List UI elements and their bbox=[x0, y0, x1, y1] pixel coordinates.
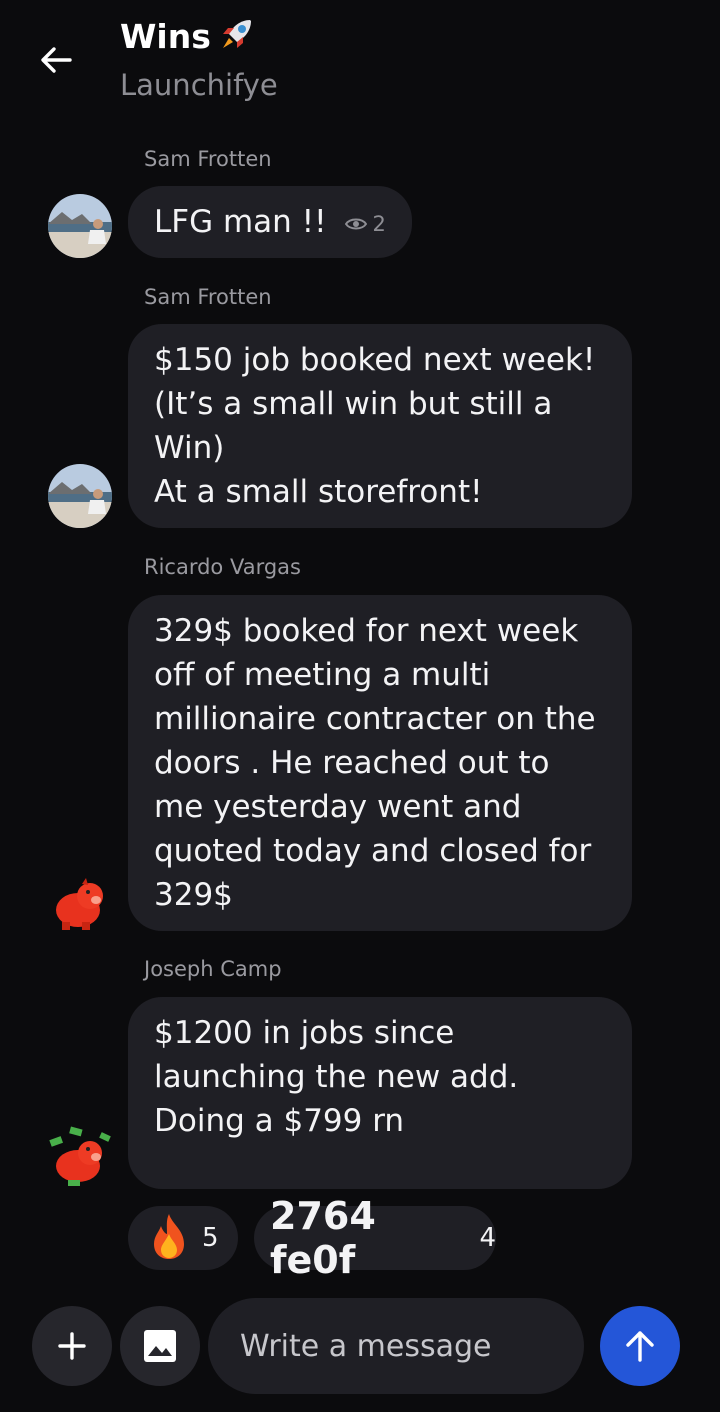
image-icon bbox=[144, 1330, 176, 1362]
arrow-up-icon bbox=[626, 1331, 654, 1362]
seen-count: 2 bbox=[372, 211, 386, 236]
message-line: doors . He reached out to bbox=[154, 745, 550, 781]
message-sender: Joseph Camp bbox=[144, 957, 282, 981]
message-line: launching the new add. bbox=[154, 1059, 519, 1095]
reaction-count: 5 bbox=[202, 1223, 219, 1253]
message-line: millionaire contracter on the bbox=[154, 701, 596, 737]
seen-indicator: 2 bbox=[344, 202, 386, 246]
reaction-label: 2764 fe0f bbox=[270, 1194, 376, 1282]
message-line: (It’s a small win but still a bbox=[154, 386, 553, 422]
chat-title-text: Wins bbox=[120, 17, 211, 56]
message-sender: Sam Frotten bbox=[144, 285, 272, 309]
message-sender: Ricardo Vargas bbox=[144, 555, 301, 579]
message-text: LFG man !! bbox=[154, 204, 327, 240]
message-line: Win) bbox=[154, 430, 225, 466]
reaction-count: 4 bbox=[479, 1223, 496, 1253]
send-button[interactable] bbox=[600, 1306, 680, 1386]
fire-icon bbox=[148, 1212, 190, 1264]
eye-icon bbox=[344, 218, 367, 229]
message-bubble[interactable]: LFG man !! 2 bbox=[128, 186, 412, 258]
message-line: 329$ booked for next week bbox=[154, 613, 579, 649]
message-bubble[interactable]: 329$ booked for next week off of meeting… bbox=[128, 595, 632, 931]
message-input[interactable]: Write a message bbox=[208, 1298, 584, 1394]
add-button[interactable] bbox=[32, 1306, 112, 1386]
chat-title: Wins bbox=[120, 14, 257, 56]
message-composer: Write a message bbox=[0, 1296, 720, 1396]
beach-photo-avatar[interactable] bbox=[48, 194, 112, 258]
image-button[interactable] bbox=[120, 1306, 200, 1386]
message-line: $150 job booked next week! bbox=[154, 342, 596, 378]
message-line: quoted today and closed for bbox=[154, 833, 592, 869]
reaction-fire[interactable]: 5 bbox=[128, 1206, 238, 1270]
beach-photo-avatar[interactable] bbox=[48, 464, 112, 528]
chat-header: Wins Launchifye bbox=[0, 0, 720, 120]
red-pig-money-avatar[interactable] bbox=[48, 1126, 112, 1190]
message-line: off of meeting a multi bbox=[154, 657, 491, 693]
plus-icon bbox=[58, 1332, 86, 1360]
back-arrow-icon[interactable] bbox=[36, 40, 76, 80]
message-line: 329$ bbox=[154, 877, 233, 913]
rocket-icon bbox=[217, 14, 257, 54]
reaction-heart[interactable]: 2764 fe0f 4 bbox=[254, 1194, 496, 1282]
red-pig-avatar[interactable] bbox=[48, 872, 112, 936]
message-line: Doing a $799 rn bbox=[154, 1103, 405, 1139]
message-line: $1200 in jobs since bbox=[154, 1015, 455, 1051]
message-bubble[interactable]: $1200 in jobs since launching the new ad… bbox=[128, 997, 632, 1189]
message-line: me yesterday went and bbox=[154, 789, 522, 825]
message-line: At a small storefront! bbox=[154, 474, 483, 510]
message-bubble[interactable]: $150 job booked next week! (It’s a small… bbox=[128, 324, 632, 528]
message-sender: Sam Frotten bbox=[144, 147, 272, 171]
chat-subtitle: Launchifye bbox=[120, 68, 278, 102]
